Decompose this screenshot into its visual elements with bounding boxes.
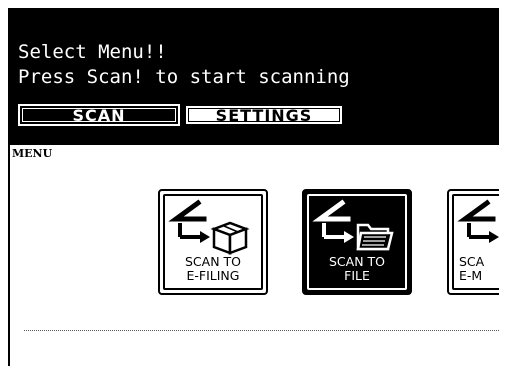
- efiling-box-icon: [168, 199, 250, 255]
- folder-icon: [312, 199, 394, 251]
- header-panel: Select Menu!! Press Scan! to start scann…: [8, 8, 499, 145]
- menu-label: MENU: [12, 147, 53, 160]
- status-message-line1: Select Menu!!: [18, 41, 167, 63]
- tab-scan[interactable]: SCAN: [16, 102, 182, 128]
- button-label: SCA E-M: [459, 254, 485, 283]
- status-message-line2: Press Scan! to start scanning: [18, 66, 350, 88]
- scan-to-email-button[interactable]: SCA E-M: [447, 189, 499, 295]
- left-border: [8, 145, 10, 366]
- menu-area: MENU SCAN TO E-FILING SCAN TO FILE SCA E…: [8, 145, 499, 366]
- button-label: SCAN TO FILE: [328, 254, 385, 283]
- tab-settings[interactable]: SETTINGS: [184, 104, 344, 126]
- scan-to-file-button[interactable]: SCAN TO FILE: [302, 189, 412, 295]
- dotted-divider: [24, 330, 499, 331]
- email-icon: [457, 199, 499, 243]
- button-label: SCAN TO E-FILING: [184, 254, 241, 283]
- scan-to-efiling-button[interactable]: SCAN TO E-FILING: [158, 189, 268, 295]
- touch-panel-screen: Select Menu!! Press Scan! to start scann…: [8, 8, 499, 366]
